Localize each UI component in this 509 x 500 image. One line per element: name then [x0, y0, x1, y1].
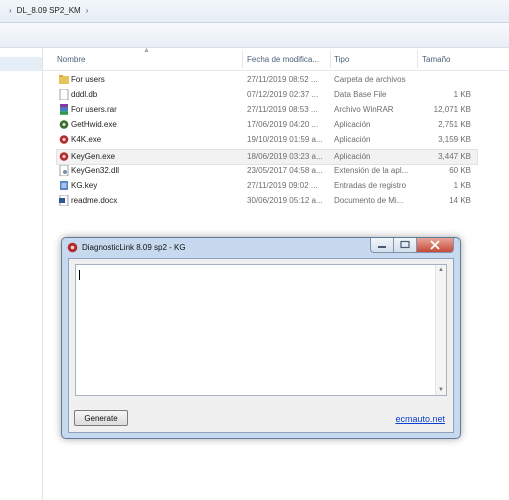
- column-header-row: ▲ Nombre Fecha de modifica... Tipo Tamañ…: [43, 47, 509, 71]
- maximize-icon: [400, 240, 410, 249]
- navigation-pane[interactable]: [0, 48, 43, 500]
- close-icon: [430, 240, 440, 250]
- exe-icon: [59, 120, 69, 129]
- file-name: dddl.db: [71, 90, 98, 99]
- rar-icon: [60, 104, 68, 115]
- column-header-name[interactable]: Nombre: [57, 55, 85, 64]
- file-date: 18/06/2019 03:23 a...: [247, 152, 323, 161]
- file-row[interactable]: For users 27/11/2019 08:52 ... Carpeta d…: [57, 73, 477, 87]
- dialog-client-area: ▲ ▼ Generate ecmauto.net: [68, 258, 454, 433]
- file-size: 1 KB: [453, 90, 471, 99]
- file-type: Documento de Mi...: [334, 196, 404, 205]
- scroll-down-arrow-icon[interactable]: ▼: [438, 387, 444, 393]
- file-date: 19/10/2019 01:59 a...: [247, 135, 323, 144]
- breadcrumb-segment[interactable]: DL_8.09 SP2_KM: [17, 6, 81, 15]
- scroll-up-arrow-icon[interactable]: ▲: [438, 267, 444, 273]
- address-bar[interactable]: › DL_8.09 SP2_KM ›: [0, 0, 509, 23]
- close-button[interactable]: [417, 238, 454, 253]
- file-type: Extensión de la apl...: [334, 166, 409, 175]
- file-size: 14 KB: [449, 196, 471, 205]
- file-date: 17/06/2019 04:20 ...: [247, 120, 319, 129]
- docx-icon: [59, 195, 69, 206]
- file-name: KeyGen.exe: [71, 152, 116, 161]
- maximize-button[interactable]: [394, 238, 417, 253]
- file-type: Aplicación: [334, 135, 371, 144]
- file-date: 30/06/2019 05:12 a...: [247, 196, 323, 205]
- vertical-scrollbar[interactable]: ▲ ▼: [435, 265, 446, 395]
- file-date: 27/11/2019 09:02 ...: [247, 181, 318, 190]
- minimize-icon: [378, 246, 386, 248]
- file-row[interactable]: For users.rar 27/11/2019 08:53 ... Archi…: [57, 103, 477, 117]
- file-date: 23/05/2017 04:58 a...: [247, 166, 323, 175]
- file-name: KeyGen32.dll: [71, 166, 120, 175]
- file-size: 2,751 KB: [438, 120, 471, 129]
- file-row[interactable]: KeyGen32.dll 23/05/2017 04:58 a... Exten…: [57, 164, 477, 178]
- file-row-selected[interactable]: KeyGen.exe 18/06/2019 03:23 a... Aplicac…: [56, 149, 478, 165]
- exe-icon: [59, 152, 69, 161]
- file-name: For users: [71, 75, 105, 84]
- file-type: Carpeta de archivos: [334, 75, 406, 84]
- app-icon: [67, 242, 78, 253]
- file-size: 12,071 KB: [433, 105, 471, 114]
- file-date: 07/12/2019 02:37 ...: [247, 90, 319, 99]
- file-icon: [59, 89, 69, 100]
- text-caret: [79, 270, 80, 280]
- column-divider[interactable]: [242, 50, 243, 68]
- column-header-date[interactable]: Fecha de modifica...: [247, 55, 319, 64]
- column-header-size[interactable]: Tamaño: [422, 55, 450, 64]
- file-size: 3,447 KB: [438, 152, 471, 161]
- dialog-title: DiagnosticLink 8.09 sp2 - KG: [82, 243, 186, 252]
- chevron-right-icon[interactable]: ›: [9, 6, 12, 15]
- file-row[interactable]: K4K.exe 19/10/2019 01:59 a... Aplicación…: [57, 133, 477, 147]
- explorer-toolbar: [0, 23, 509, 48]
- file-type: Archivo WinRAR: [334, 105, 394, 114]
- file-row[interactable]: GetHwid.exe 17/06/2019 04:20 ... Aplicac…: [57, 118, 477, 132]
- file-date: 27/11/2019 08:52 ...: [247, 75, 318, 84]
- minimize-button[interactable]: [370, 238, 394, 253]
- file-size: 3,159 KB: [438, 135, 471, 144]
- key-icon: [60, 181, 68, 190]
- website-link[interactable]: ecmauto.net: [395, 414, 445, 424]
- folder-icon: [59, 75, 69, 84]
- column-header-type[interactable]: Tipo: [334, 55, 349, 64]
- sort-ascending-icon: ▲: [143, 47, 150, 54]
- chevron-right-icon[interactable]: ›: [86, 6, 89, 15]
- breadcrumb[interactable]: › DL_8.09 SP2_KM ›: [9, 6, 88, 15]
- window-controls: [370, 238, 454, 253]
- column-divider[interactable]: [417, 50, 418, 68]
- file-type: Data Base File: [334, 90, 387, 99]
- file-name: K4K.exe: [71, 135, 102, 144]
- nav-selected-item[interactable]: [0, 57, 42, 71]
- generate-button[interactable]: Generate: [74, 410, 128, 426]
- keygen-dialog[interactable]: DiagnosticLink 8.09 sp2 - KG ▲ ▼ Generat…: [61, 237, 461, 439]
- file-size: 1 KB: [453, 181, 471, 190]
- key-output-textarea[interactable]: ▲ ▼: [75, 264, 447, 396]
- dll-icon: [59, 165, 69, 176]
- file-type: Aplicación: [334, 120, 371, 129]
- file-type: Aplicación: [334, 152, 371, 161]
- file-row[interactable]: KG.key 27/11/2019 09:02 ... Entradas de …: [57, 179, 477, 193]
- file-name: readme.docx: [71, 196, 118, 205]
- file-name: KG.key: [71, 181, 98, 190]
- file-name: For users.rar: [71, 105, 117, 114]
- file-row[interactable]: dddl.db 07/12/2019 02:37 ... Data Base F…: [57, 88, 477, 102]
- file-size: 60 KB: [449, 166, 471, 175]
- column-divider[interactable]: [330, 50, 331, 68]
- file-name: GetHwid.exe: [71, 120, 117, 129]
- file-type: Entradas de registro: [334, 181, 407, 190]
- file-row[interactable]: readme.docx 30/06/2019 05:12 a... Docume…: [57, 194, 477, 208]
- exe-icon: [59, 135, 69, 144]
- file-date: 27/11/2019 08:53 ...: [247, 105, 318, 114]
